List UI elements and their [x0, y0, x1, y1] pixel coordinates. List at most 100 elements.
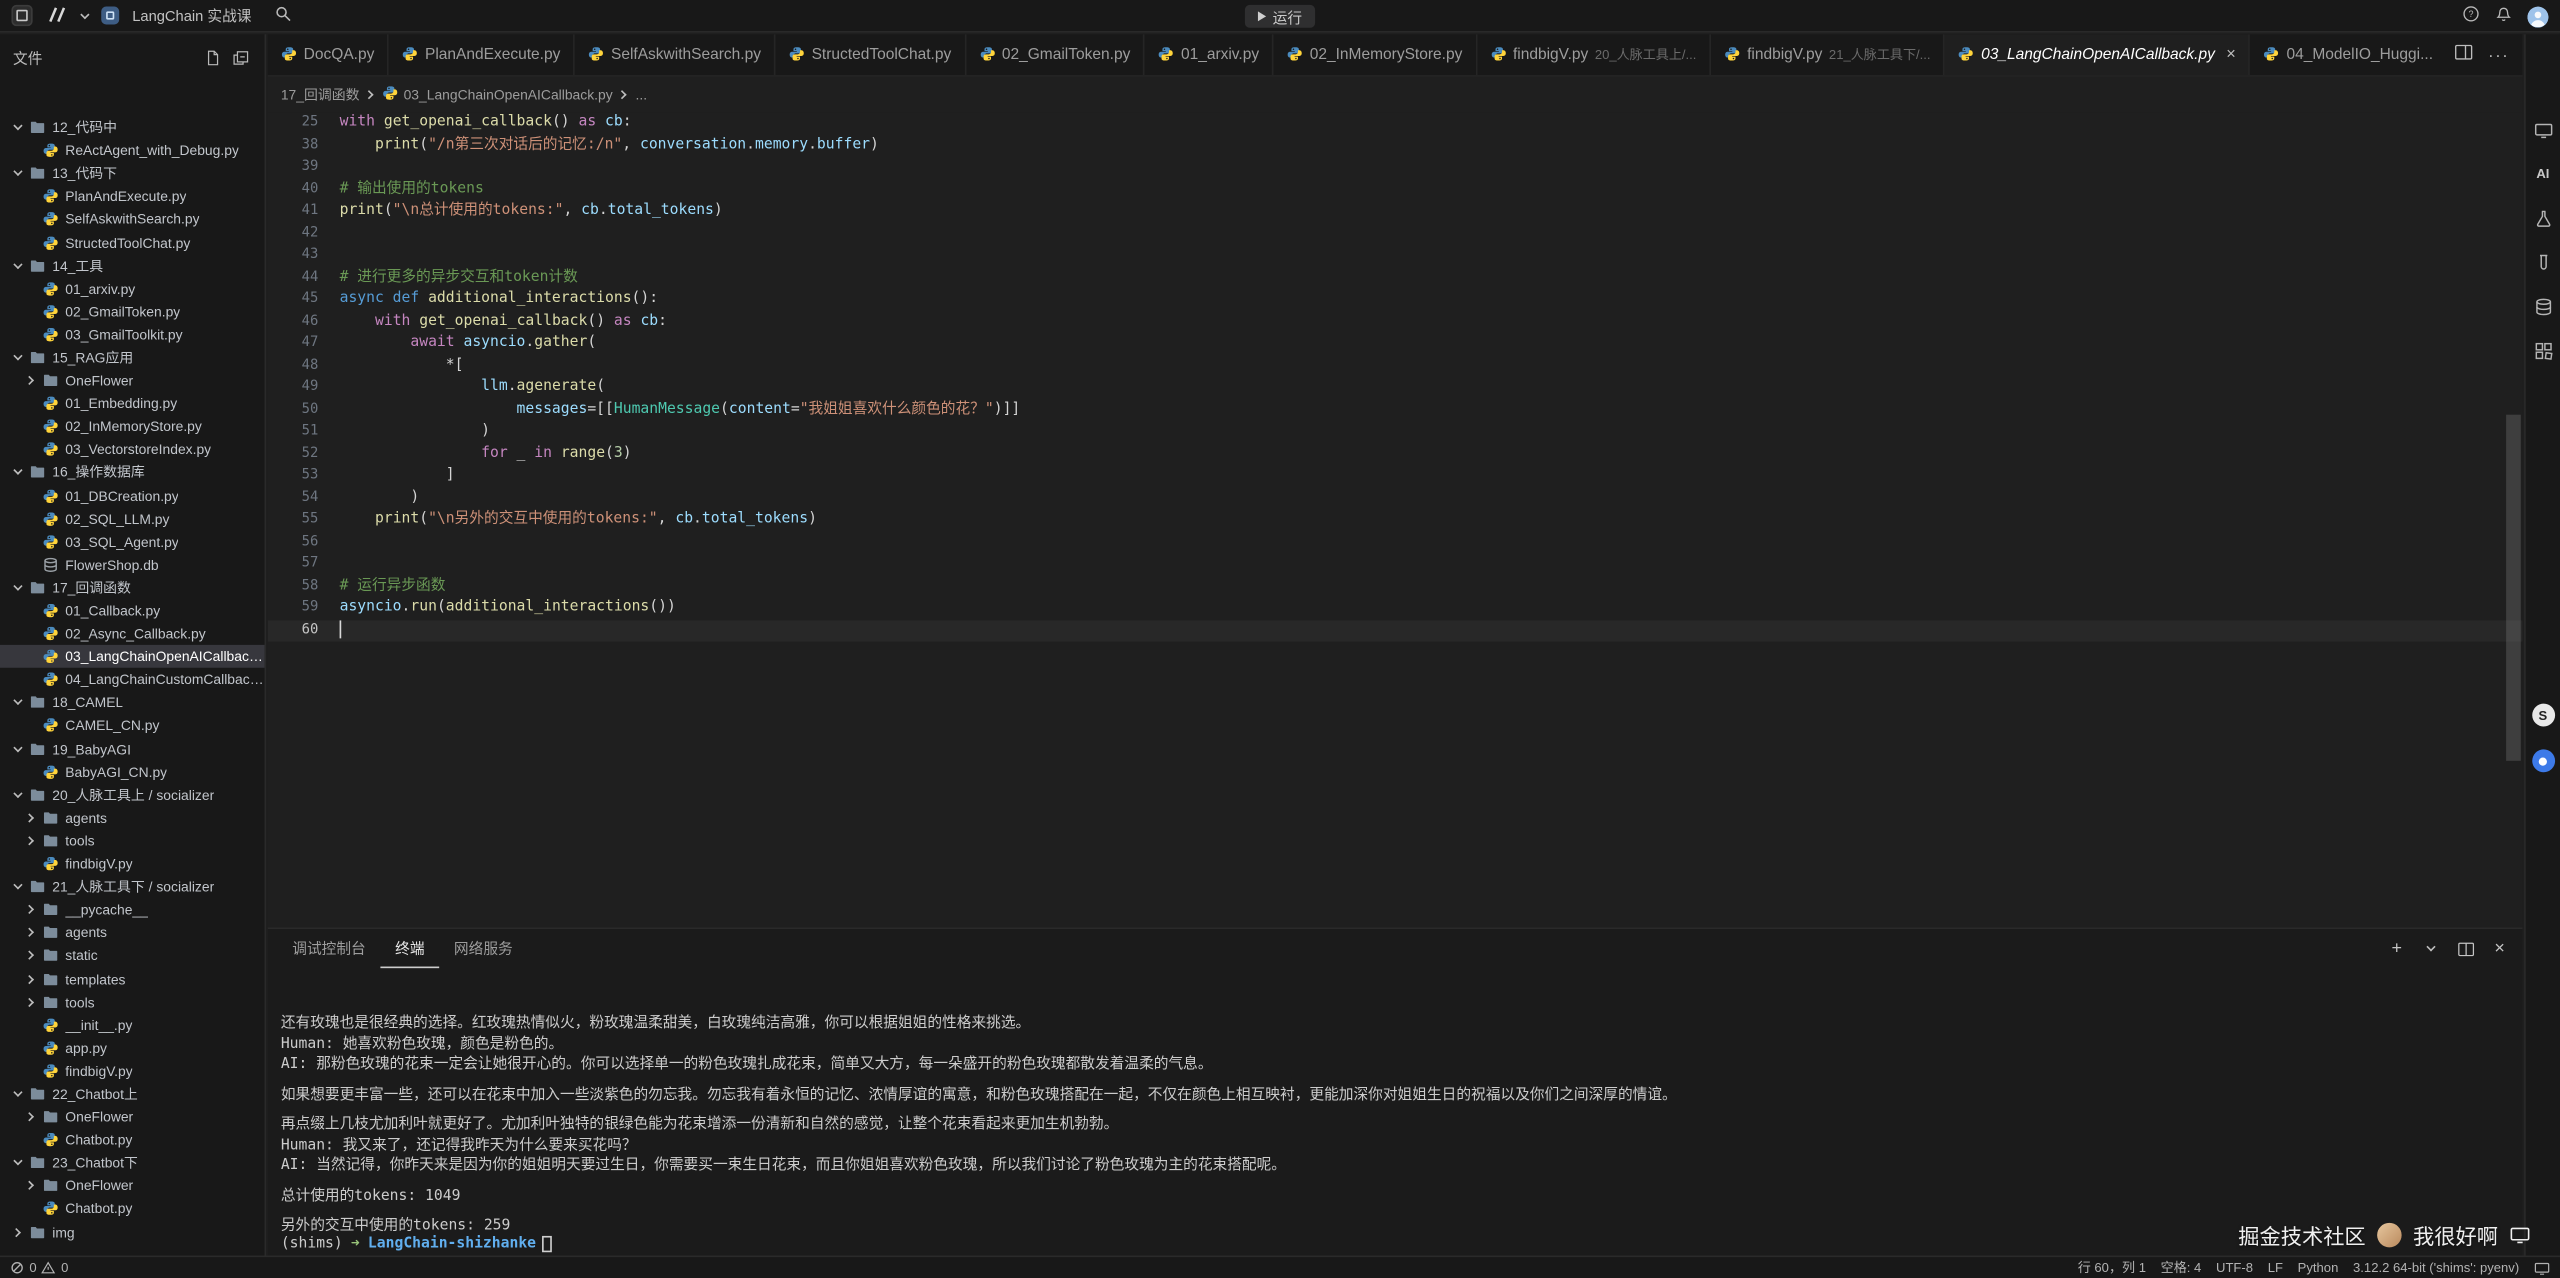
status-indentation[interactable]: 空格: 4 — [2161, 1259, 2202, 1277]
slashes-logo-icon[interactable] — [46, 1, 69, 30]
code-line[interactable]: 50 messages=[[HumanMessage(content="我姐姐喜… — [268, 399, 2523, 421]
help-icon[interactable]: ? — [2462, 2, 2480, 31]
editor-tab[interactable]: DocQA.py — [268, 34, 389, 75]
tree-item[interactable]: 04_LangChainCustomCallback.py — [0, 668, 264, 691]
tree-item[interactable]: 18_CAMEL — [0, 691, 264, 714]
tree-item[interactable]: agents — [0, 806, 264, 829]
code-line[interactable]: 46 with get_openai_callback() as cb: — [268, 311, 2523, 333]
tree-item[interactable]: 02_SQL_LLM.py — [0, 507, 264, 530]
tree-item[interactable]: tools — [0, 829, 264, 852]
code-line[interactable]: 58# 运行异步函数 — [268, 576, 2523, 598]
tree-item[interactable]: 02_InMemoryStore.py — [0, 415, 264, 438]
status-eol[interactable]: LF — [2268, 1259, 2283, 1277]
new-file-icon[interactable] — [202, 47, 223, 68]
code-line[interactable]: 51 ) — [268, 421, 2523, 443]
test-tube-icon[interactable] — [2532, 251, 2553, 272]
tree-item[interactable]: tools — [0, 990, 264, 1013]
code-line[interactable]: 25with get_openai_callback() as cb: — [268, 113, 2523, 135]
run-button[interactable]: 运行 — [1245, 5, 1315, 28]
code-line[interactable]: 60 — [268, 620, 2523, 642]
tree-item[interactable]: 03_LangChainOpenAICallback.py — [0, 645, 264, 668]
tree-item[interactable]: agents — [0, 921, 264, 944]
editor-tab[interactable]: 03_LangChainOpenAICallback.py× — [1945, 34, 2250, 75]
code-line[interactable]: 40# 输出使用的tokens — [268, 179, 2523, 201]
code-line[interactable]: 59asyncio.run(additional_interactions()) — [268, 598, 2523, 620]
tree-item[interactable]: static — [0, 944, 264, 967]
tree-item[interactable]: 21_人脉工具下 / socializer — [0, 875, 264, 898]
tree-item[interactable]: OneFlower — [0, 369, 264, 392]
editor-tab[interactable]: PlanAndExecute.py — [389, 34, 575, 75]
tree-item[interactable]: 03_VectorstoreIndex.py — [0, 438, 264, 461]
tree-item[interactable]: FlowerShop.db — [0, 553, 264, 576]
tree-item[interactable]: findbigV.py — [0, 852, 264, 875]
code-line[interactable]: 43 — [268, 245, 2523, 267]
tree-item[interactable]: CAMEL_CN.py — [0, 714, 264, 737]
editor-tab[interactable]: findbigV.py20_人脉工具上/... — [1477, 34, 1711, 75]
tree-item[interactable]: __pycache__ — [0, 898, 264, 921]
status-language-mode[interactable]: Python — [2298, 1259, 2339, 1277]
terminal[interactable]: 还有玫瑰也是很经典的选择。红玫瑰热情似火，粉玫瑰温柔甜美，白玫瑰纯洁高雅，你可以… — [268, 968, 2523, 1255]
tree-item[interactable]: BabyAGI_CN.py — [0, 760, 264, 783]
editor-tab[interactable]: 04_ModelIO_Huggi... — [2251, 34, 2448, 75]
database-icon[interactable] — [2532, 296, 2553, 317]
breadcrumb-symbol[interactable]: ... — [636, 87, 648, 103]
tree-item[interactable]: findbigV.py — [0, 1059, 264, 1082]
terminal-profile-chevron-icon[interactable] — [2421, 939, 2441, 959]
tree-item[interactable]: SelfAskwithSearch.py — [0, 208, 264, 231]
code-line[interactable]: 56 — [268, 531, 2523, 553]
code-line[interactable]: 39 — [268, 157, 2523, 179]
tree-item[interactable]: 01_Callback.py — [0, 599, 264, 622]
split-editor-icon[interactable] — [2454, 41, 2474, 70]
more-actions-icon[interactable]: ··· — [2488, 47, 2509, 65]
problems-indicator[interactable]: 0 0 — [10, 1260, 69, 1275]
tree-item[interactable]: 16_操作数据库 — [0, 461, 264, 484]
panel-tab[interactable]: 调试控制台 — [278, 929, 381, 968]
tree-item[interactable]: Chatbot.py — [0, 1197, 264, 1220]
tree-item[interactable]: 23_Chatbot下 — [0, 1151, 264, 1174]
tree-item[interactable]: 01_Embedding.py — [0, 392, 264, 415]
collapse-all-icon[interactable] — [230, 47, 251, 68]
code-line[interactable]: 45async def additional_interactions(): — [268, 289, 2523, 311]
editor-tab[interactable]: 01_arxiv.py — [1145, 34, 1274, 75]
split-terminal-icon[interactable] — [2456, 939, 2476, 959]
editor-tab[interactable]: findbigV.py21_人脉工具下/... — [1711, 34, 1945, 75]
breadcrumb-file[interactable]: 03_LangChainOpenAICallback.py — [382, 85, 612, 105]
account-avatar[interactable] — [2527, 6, 2548, 27]
editor-tab[interactable]: StructedToolChat.py — [776, 34, 966, 75]
code-line[interactable]: 47 await asyncio.gather( — [268, 333, 2523, 355]
tree-item[interactable]: 02_Async_Callback.py — [0, 622, 264, 645]
status-cursor-position[interactable]: 行 60，列 1 — [2078, 1259, 2146, 1277]
code-line[interactable]: 41print("\n总计使用的tokens:", cb.total_token… — [268, 201, 2523, 223]
editor-tab[interactable]: 02_InMemoryStore.py — [1274, 34, 1477, 75]
new-terminal-icon[interactable]: + — [2387, 939, 2407, 959]
remote-screen-icon[interactable] — [2532, 119, 2553, 140]
tree-item[interactable]: app.py — [0, 1036, 264, 1059]
editor-tab[interactable]: SelfAskwithSearch.py — [575, 34, 776, 75]
ai-badge-icon[interactable]: AI — [2532, 163, 2553, 184]
tree-item[interactable]: 20_人脉工具上 / socializer — [0, 783, 264, 806]
tree-item[interactable]: 01_arxiv.py — [0, 277, 264, 300]
tree-item[interactable]: PlanAndExecute.py — [0, 185, 264, 208]
extension-ai-assistant-icon[interactable] — [2531, 749, 2554, 772]
status-python-interpreter[interactable]: 3.12.2 64-bit ('shims': pyenv) — [2353, 1259, 2519, 1277]
tree-item[interactable]: img — [0, 1220, 264, 1243]
code-line[interactable]: 42 — [268, 223, 2523, 245]
tree-item[interactable]: 19_BabyAGI — [0, 737, 264, 760]
flask-icon[interactable] — [2532, 207, 2553, 228]
chevron-down-icon[interactable] — [80, 9, 89, 18]
editor-tab[interactable]: 02_GmailToken.py — [966, 34, 1145, 75]
tree-item[interactable]: 13_代码下 — [0, 162, 264, 185]
panel-tab[interactable]: 网络服务 — [439, 929, 527, 968]
code-editor[interactable]: 25with get_openai_callback() as cb:38 pr… — [268, 113, 2523, 928]
extensions-icon[interactable] — [2532, 340, 2553, 361]
tree-item[interactable]: 14_工具 — [0, 254, 264, 277]
tree-item[interactable]: 15_RAG应用 — [0, 346, 264, 369]
app-logo-icon[interactable] — [11, 5, 32, 26]
status-encoding[interactable]: UTF-8 — [2216, 1259, 2253, 1277]
code-line[interactable]: 57 — [268, 553, 2523, 575]
tree-item[interactable]: 12_代码中 — [0, 116, 264, 139]
code-line[interactable]: 54 ) — [268, 487, 2523, 509]
editor-scrollbar[interactable] — [2506, 415, 2521, 761]
tree-item[interactable]: 03_GmailToolkit.py — [0, 323, 264, 346]
code-line[interactable]: 53 ] — [268, 465, 2523, 487]
